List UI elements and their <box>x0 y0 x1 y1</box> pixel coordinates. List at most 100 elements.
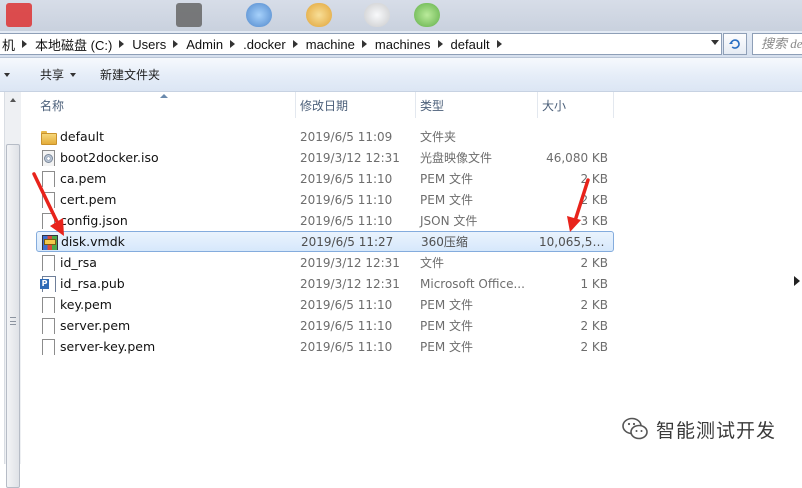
table-row[interactable]: cert.pem 2019/6/5 11:10 PEM 文件 2 KB <box>36 189 614 210</box>
file-icon <box>40 317 56 334</box>
file-name: server-key.pem <box>60 339 156 354</box>
file-size: 2 KB <box>580 318 608 333</box>
wechat-logo-icon <box>620 414 650 444</box>
chevron-down-icon <box>70 72 77 77</box>
app-icon <box>246 3 272 27</box>
app-icon <box>306 3 332 27</box>
table-row[interactable]: id_rsa.pub 2019/3/12 12:31 Microsoft Offic… <box>36 273 614 294</box>
file-name-cell[interactable]: id_rsa.pub <box>36 275 296 292</box>
column-header-type[interactable]: 类型 <box>416 92 538 118</box>
scrollbar-thumb[interactable] <box>6 144 20 488</box>
file-name: server.pem <box>60 318 131 333</box>
file-date: 2019/3/12 12:31 <box>300 150 400 165</box>
file-icon <box>40 254 56 271</box>
file-name-cell[interactable]: id_rsa <box>36 254 296 271</box>
file-name-cell[interactable]: server-key.pem <box>36 338 296 355</box>
column-headers: 名称 修改日期 类型 大小 <box>36 92 614 118</box>
address-bar[interactable]: 机 本地磁盘 (C:) Users Admin .docker machine machin… <box>0 33 722 55</box>
file-name: id_rsa.pub <box>60 276 125 291</box>
table-row[interactable]: key.pem 2019/6/5 11:10 PEM 文件 2 KB <box>36 294 614 315</box>
breadcrumb-item[interactable]: 机 <box>2 35 15 54</box>
breadcrumb-separator-icon[interactable] <box>119 40 125 48</box>
scroll-up-icon[interactable] <box>10 98 16 102</box>
file-size: 2 KB <box>580 255 608 270</box>
breadcrumb-item[interactable]: .docker <box>243 37 286 52</box>
table-row[interactable]: server-key.pem 2019/6/5 11:10 PEM 文件 2 KB <box>36 336 614 357</box>
file-name-cell[interactable]: disk.vmdk <box>37 234 297 250</box>
column-header-date-label: 修改日期 <box>300 99 349 113</box>
column-header-date[interactable]: 修改日期 <box>296 92 416 118</box>
breadcrumb[interactable]: 机 本地磁盘 (C:) Users Admin .docker machine machin… <box>2 35 510 54</box>
file-type: PEM 文件 <box>420 319 473 333</box>
column-header-name[interactable]: 名称 <box>36 92 296 118</box>
command-toolbar: 共享 新建文件夹 <box>0 58 802 92</box>
breadcrumb-separator-icon[interactable] <box>230 40 236 48</box>
breadcrumb-separator-icon[interactable] <box>292 40 298 48</box>
annotation-arrow-left <box>32 172 64 236</box>
file-type: PEM 文件 <box>420 340 473 354</box>
breadcrumb-item[interactable]: Admin <box>186 37 223 52</box>
publisher-icon <box>40 275 56 292</box>
breadcrumb-separator-icon[interactable] <box>496 40 502 48</box>
navigation-scrollbar[interactable] <box>4 92 21 488</box>
file-type: PEM 文件 <box>420 172 473 186</box>
file-type: JSON 文件 <box>420 214 478 228</box>
share-menu-label: 共享 <box>40 68 65 82</box>
breadcrumb-separator-icon[interactable] <box>361 40 367 48</box>
file-name-cell[interactable]: server.pem <box>36 317 296 334</box>
file-name-cell[interactable]: config.json <box>36 212 296 229</box>
watermark: 智能测试开发 <box>620 414 776 444</box>
table-row-selected[interactable]: disk.vmdk 2019/6/5 11:27 360压缩 10,065,53... <box>36 231 614 252</box>
column-header-size-label: 大小 <box>542 99 567 113</box>
column-header-type-label: 类型 <box>420 99 445 113</box>
watermark-text: 智能测试开发 <box>656 419 777 442</box>
address-history-dropdown-icon[interactable] <box>711 40 719 45</box>
table-row[interactable]: config.json 2019/6/5 11:10 JSON 文件 3 KB <box>36 210 614 231</box>
file-date: 2019/6/5 11:10 <box>300 297 393 312</box>
share-menu-button[interactable]: 共享 <box>20 64 86 86</box>
table-row[interactable]: ca.pem 2019/6/5 11:10 PEM 文件 2 KB <box>36 168 614 189</box>
file-list-pane[interactable]: 名称 修改日期 类型 大小 default 2019/6/5 11:09 文件夹 bo… <box>22 92 802 464</box>
refresh-button[interactable] <box>723 33 747 55</box>
file-type: 文件 <box>420 256 445 270</box>
file-date: 2019/3/12 12:31 <box>300 255 400 270</box>
scrollbar-grip-icon <box>10 317 16 325</box>
breadcrumb-item[interactable]: machine <box>306 37 355 52</box>
search-input[interactable]: 搜索 de <box>752 33 802 55</box>
file-list: default 2019/6/5 11:09 文件夹 boot2docker.iso 2… <box>36 126 614 357</box>
refresh-icon <box>729 39 740 49</box>
file-name: key.pem <box>60 297 112 312</box>
breadcrumb-separator-icon[interactable] <box>173 40 179 48</box>
file-name: boot2docker.iso <box>60 150 159 165</box>
app-icon <box>6 3 32 27</box>
breadcrumb-item[interactable]: Users <box>132 37 166 52</box>
file-type: PEM 文件 <box>420 298 473 312</box>
column-header-name-label: 名称 <box>40 99 65 113</box>
file-size: 2 KB <box>580 297 608 312</box>
breadcrumb-separator-icon[interactable] <box>22 40 28 48</box>
column-header-size[interactable]: 大小 <box>538 92 614 118</box>
organize-dropdown-icon[interactable] <box>4 72 10 77</box>
folder-icon <box>40 129 57 145</box>
file-name-cell[interactable]: boot2docker.iso <box>36 149 296 166</box>
chevron-right-icon[interactable] <box>794 276 800 286</box>
file-date: 2019/6/5 11:10 <box>300 318 393 333</box>
file-name-cell[interactable]: ca.pem <box>36 170 296 187</box>
file-date: 2019/6/5 11:27 <box>301 234 394 249</box>
file-type: 文件夹 <box>420 130 457 144</box>
table-row[interactable]: id_rsa 2019/3/12 12:31 文件 2 KB <box>36 252 614 273</box>
file-name-cell[interactable]: default <box>36 129 296 145</box>
table-row[interactable]: server.pem 2019/6/5 11:10 PEM 文件 2 KB <box>36 315 614 336</box>
app-icon <box>364 3 390 27</box>
breadcrumb-item[interactable]: machines <box>375 37 431 52</box>
file-date: 2019/6/5 11:10 <box>300 213 393 228</box>
breadcrumb-item[interactable]: default <box>451 37 490 52</box>
table-row[interactable]: default 2019/6/5 11:09 文件夹 <box>36 126 614 147</box>
new-folder-button[interactable]: 新建文件夹 <box>86 64 170 86</box>
file-name: config.json <box>60 213 128 228</box>
breadcrumb-item[interactable]: 本地磁盘 (C:) <box>35 35 112 54</box>
file-name-cell[interactable]: cert.pem <box>36 191 296 208</box>
table-row[interactable]: boot2docker.iso 2019/3/12 12:31 光盘映像文件 46,0… <box>36 147 614 168</box>
file-name-cell[interactable]: key.pem <box>36 296 296 313</box>
breadcrumb-separator-icon[interactable] <box>437 40 443 48</box>
